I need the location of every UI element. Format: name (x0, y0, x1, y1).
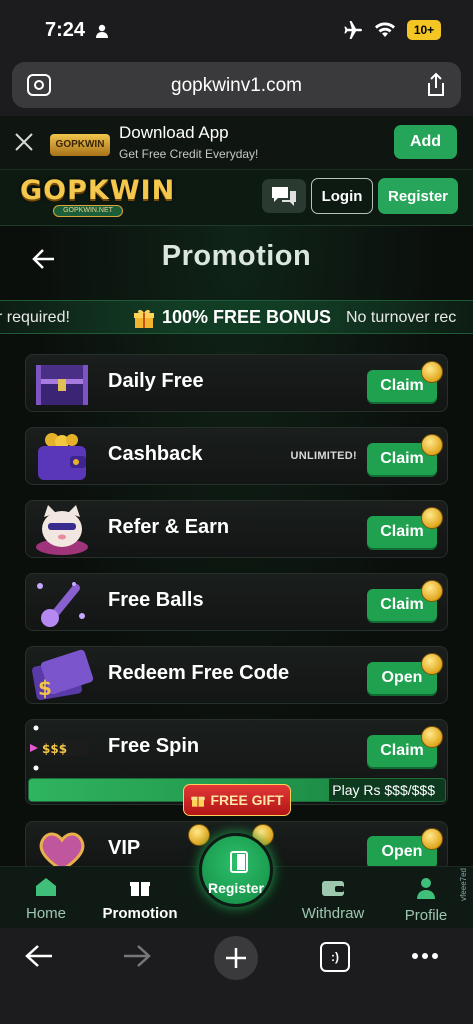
marquee-right-text: No turnover rec (346, 309, 457, 326)
spin-progress-text: Play Rs $$$/$$$ (332, 782, 435, 798)
promo-label: Free Spin (108, 735, 200, 757)
coin-icon (421, 434, 443, 456)
coin-icon (421, 580, 443, 602)
nav-register-label: Register (207, 880, 265, 896)
promo-label: Cashback (108, 443, 203, 465)
promotion-page: Promotion r required! 100% FREE BONUS No… (0, 226, 473, 872)
person-icon (96, 24, 108, 38)
nav-profile-label: Profile (404, 907, 448, 924)
app-logo: GOPKWIN (50, 134, 110, 156)
ticket-icon: $ (32, 649, 94, 701)
site-header: GOPKWIN GOPKWIN.NET Login Register (0, 170, 473, 226)
logo-subtext: GOPKWIN.NET (53, 205, 123, 217)
airplane-icon (344, 21, 362, 39)
logo-text: GOPKWIN (20, 175, 176, 206)
ball-icon (37, 582, 85, 627)
promo-label: Free Balls (108, 589, 204, 611)
treasure-chest-icon (36, 365, 88, 405)
new-tab-button[interactable] (214, 936, 258, 980)
gift-icon (191, 796, 206, 807)
svg-text:$: $ (38, 676, 52, 700)
promo-cashback[interactable]: Cashback UNLIMITED! Claim (25, 427, 448, 485)
battery-indicator: 10+ (407, 20, 441, 40)
download-subtitle: Get Free Credit Everyday! (119, 147, 259, 161)
download-app-banner: GOPKWIN Download App Get Free Credit Eve… (0, 116, 473, 170)
register-button[interactable]: Register (378, 178, 458, 214)
unlimited-badge: UNLIMITED! (290, 450, 357, 462)
promo-refer-earn[interactable]: Refer & Earn Claim (25, 500, 448, 558)
add-button[interactable]: Add (394, 125, 457, 159)
wallet-icon (38, 433, 86, 480)
gift-icon (130, 882, 150, 896)
spin-icon-text: $$$ (42, 742, 67, 756)
free-gift-label: FREE GIFT (210, 792, 284, 808)
download-title: Download App (119, 123, 229, 142)
nav-home[interactable]: Home (6, 877, 86, 922)
promo-free-balls[interactable]: Free Balls Claim (25, 573, 448, 631)
nav-home-label: Home (25, 905, 66, 922)
plus-icon (226, 948, 246, 968)
profile-icon (417, 878, 435, 899)
wifi-icon (375, 22, 395, 37)
url-text: gopkwinv1.com (171, 75, 302, 96)
marquee-bonus-text: 100% FREE BONUS (162, 307, 332, 327)
coin-icon (421, 507, 443, 529)
more-icon[interactable] (411, 952, 439, 960)
nav-profile[interactable]: Profile (386, 877, 466, 924)
watermark: vfeee7ed (459, 868, 468, 901)
share-icon[interactable] (425, 72, 447, 98)
close-icon[interactable] (13, 131, 35, 153)
nav-promotion[interactable]: Promotion (100, 877, 180, 922)
nav-withdraw[interactable]: Withdraw (293, 877, 373, 922)
screen: 7:24 10+ gopkwinv1.com GOPKWIN Download … (0, 0, 473, 1024)
coin-icon (421, 361, 443, 383)
promo-label: Redeem Free Code (108, 662, 290, 684)
door-icon (230, 851, 248, 873)
forward-icon[interactable] (122, 942, 152, 970)
chat-icon (272, 187, 296, 206)
marquee-left-text: r required! (0, 309, 70, 326)
spin-icon: $$$ (30, 725, 88, 771)
status-time: 7:24 (45, 19, 86, 41)
home-icon (36, 878, 56, 896)
coin-icon (421, 653, 443, 675)
promo-label: VIP (108, 837, 141, 859)
page-title: Promotion (161, 240, 312, 272)
status-bar: 7:24 10+ (0, 0, 473, 58)
chat-button[interactable] (262, 179, 306, 213)
promo-label: Refer & Earn (108, 516, 230, 538)
coin-icon (188, 824, 210, 846)
login-button[interactable]: Login (311, 178, 373, 214)
back-icon[interactable] (24, 942, 54, 970)
browser-bottom-bar: :) (0, 928, 473, 1024)
nav-withdraw-label: Withdraw (301, 905, 365, 922)
bonus-marquee: r required! 100% FREE BONUS No turnover … (0, 300, 473, 334)
cat-mascot-icon (36, 505, 88, 555)
nav-promotion-label: Promotion (102, 905, 178, 922)
wallet-icon (322, 881, 344, 896)
address-bar[interactable]: gopkwinv1.com (12, 62, 461, 108)
status-icons: 10+ (343, 20, 441, 40)
promo-redeem-code[interactable]: $ Redeem Free Code Open (25, 646, 448, 704)
promo-label: Daily Free (108, 370, 204, 392)
gift-icon (134, 309, 154, 328)
tabs-button[interactable]: :) (320, 942, 350, 972)
free-gift-button[interactable]: FREE GIFT (183, 784, 291, 816)
nav-register[interactable]: Register (199, 833, 273, 907)
promo-daily-free[interactable]: Daily Free Claim (25, 354, 448, 412)
coin-icon (421, 828, 443, 850)
coin-icon (421, 726, 443, 748)
site-logo[interactable]: GOPKWIN GOPKWIN.NET (20, 175, 174, 217)
browser-toolbar: gopkwinv1.com (0, 58, 473, 116)
bottom-nav: Home Promotion Register Withdraw Profile (0, 833, 473, 928)
